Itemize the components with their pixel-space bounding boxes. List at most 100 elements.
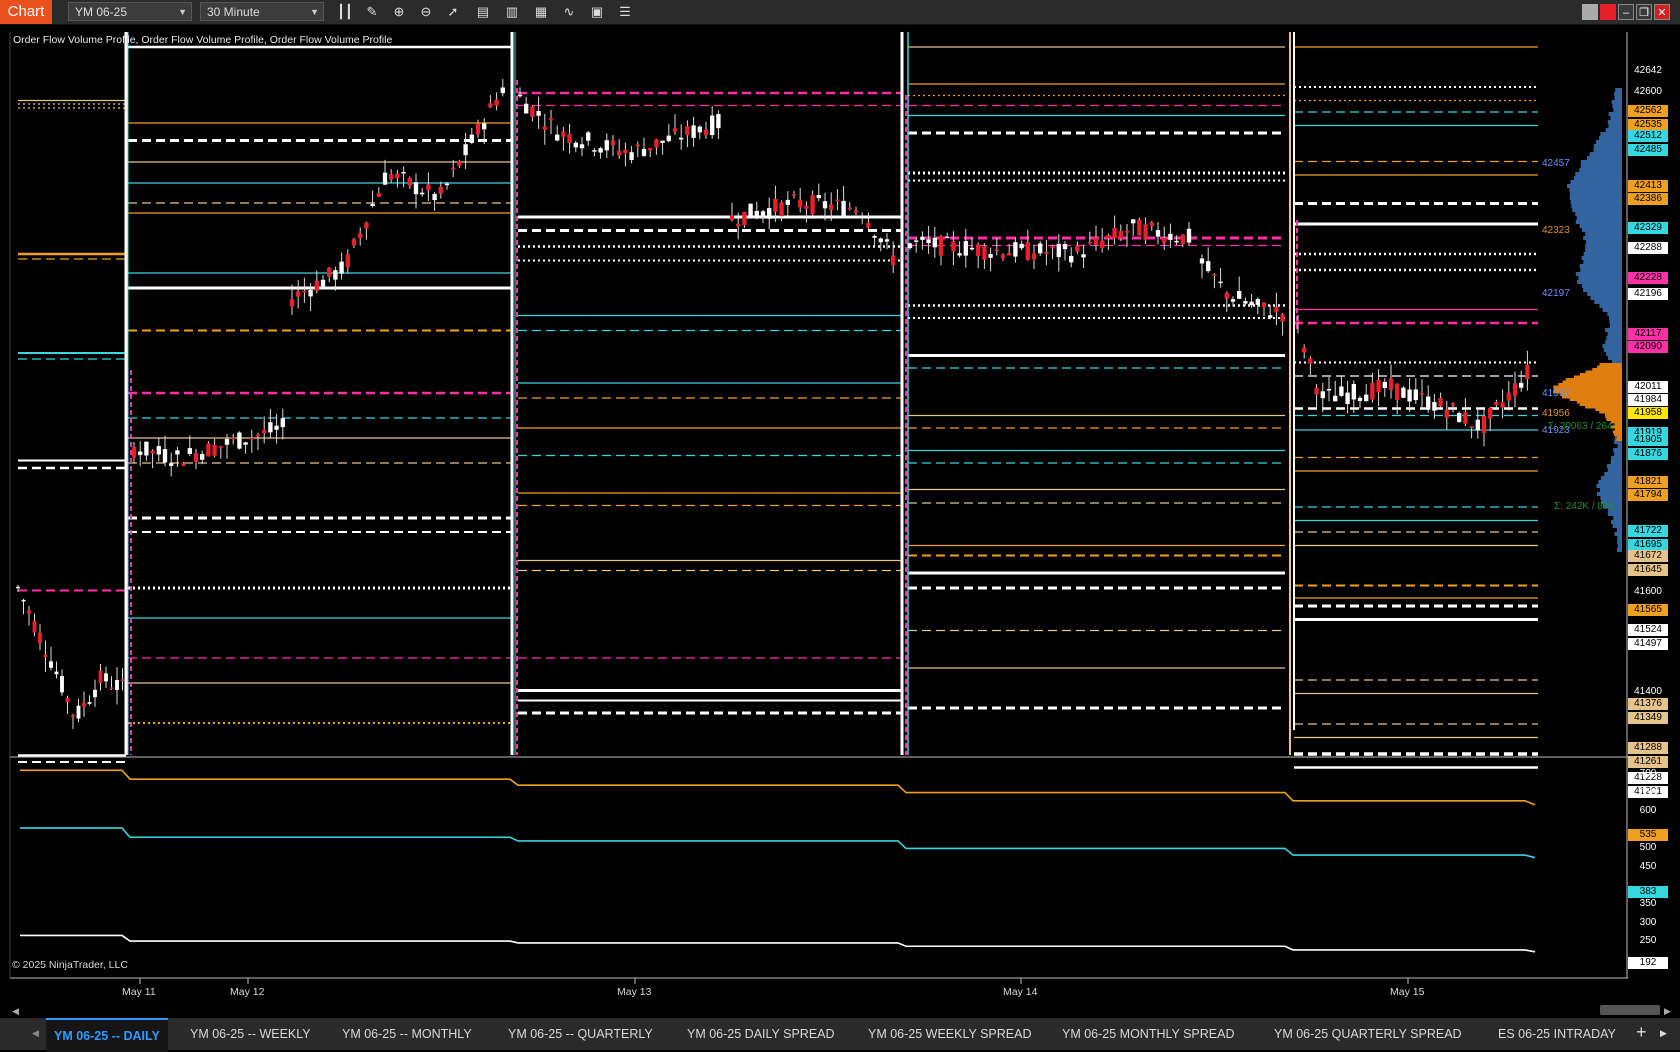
zoom-in-icon[interactable]: ⊕ <box>390 3 408 21</box>
candle-body <box>963 241 968 256</box>
scroll-right-icon[interactable]: ▶ <box>1664 1006 1671 1017</box>
indicators-icon[interactable]: ∿ <box>560 3 578 21</box>
candle-body <box>32 620 37 633</box>
profile-value-label: Σ: 20063 / 264 <box>1548 421 1613 432</box>
candle-body <box>76 705 81 719</box>
candle-body <box>524 103 529 114</box>
templates-icon[interactable]: ▥ <box>503 3 521 21</box>
candle-body <box>181 463 186 466</box>
profile-value-label: 41997 <box>1542 387 1570 399</box>
candle-body <box>382 172 388 185</box>
candle-body <box>1401 387 1406 398</box>
candle-body <box>175 450 180 455</box>
candle-body <box>420 192 425 195</box>
candle-body <box>742 212 747 225</box>
candle-body <box>829 204 834 210</box>
instrument-selector[interactable]: YM 06-25 ▼ <box>68 2 192 21</box>
candle-body <box>224 439 230 445</box>
chart-tab-item[interactable]: ES 06-25 INTRADAY <box>1490 1018 1624 1050</box>
price-axis-label: 42288 <box>1628 242 1668 254</box>
profile-bar <box>1599 304 1622 308</box>
profile-bar <box>1613 448 1622 452</box>
chart-tab-item[interactable]: YM 06-25 -- WEEKLY <box>182 1018 319 1050</box>
draw-icon[interactable]: ✎ <box>363 3 381 21</box>
candle-body <box>604 140 609 151</box>
price-axis-label: 42512 <box>1628 130 1668 142</box>
price-chart[interactable] <box>0 25 1680 1001</box>
lower-axis-label: 192 <box>1628 957 1668 969</box>
bar-style-icon[interactable]: ┃┃ <box>336 3 354 21</box>
chart-tab-item[interactable]: YM 06-25 QUARTERLY SPREAD <box>1266 1018 1470 1050</box>
tabs-scroll-right-icon[interactable]: ▶ <box>1660 1028 1667 1039</box>
interval-selector[interactable]: 30 Minute ▼ <box>200 2 324 21</box>
tabs-scroll-left-icon[interactable]: ◀ <box>32 1028 39 1039</box>
profile-bar <box>1598 480 1622 484</box>
profile-bar <box>1580 160 1622 164</box>
maximize-icon[interactable]: ❐ <box>1636 4 1652 20</box>
candle-body <box>1124 231 1130 233</box>
close-icon[interactable]: ✕ <box>1654 4 1670 20</box>
profile-bar <box>1617 536 1622 540</box>
candle-body <box>561 131 566 137</box>
lower-axis-label: 350 <box>1639 898 1657 910</box>
candle-body <box>1243 301 1248 304</box>
candle-body <box>333 270 338 280</box>
profile-bar <box>1617 544 1622 548</box>
candle-body <box>212 444 217 456</box>
candle-body <box>1186 228 1192 243</box>
chart-tab-item[interactable]: YM 06-25 -- MONTHLY <box>334 1018 480 1050</box>
chart-tab-item[interactable]: YM 06-25 -- DAILY <box>46 1018 168 1052</box>
chart-window-tab[interactable]: Chart <box>0 0 52 24</box>
chart-tab-item[interactable]: YM 06-25 DAILY SPREAD <box>679 1018 843 1050</box>
candle-body <box>104 673 108 682</box>
profile-bar <box>1605 128 1622 132</box>
data-box-icon[interactable]: ▤ <box>474 3 492 21</box>
chart-tab-item[interactable]: YM 06-25 WEEKLY SPREAD <box>860 1018 1040 1050</box>
candle-body <box>982 246 987 260</box>
candle-body <box>249 437 254 440</box>
candle-body <box>358 233 363 239</box>
zoom-out-icon[interactable]: ⊖ <box>417 3 435 21</box>
candle-body <box>1488 407 1493 419</box>
profile-bar <box>1585 240 1622 244</box>
strategies-icon[interactable]: ▣ <box>588 3 606 21</box>
profile-bar <box>1612 524 1622 528</box>
profile-bar <box>1614 532 1622 536</box>
candle-body <box>115 680 119 690</box>
profile-bar <box>1600 132 1622 136</box>
candle-body <box>1268 315 1273 318</box>
candle-body <box>218 446 223 448</box>
candle-body <box>1357 397 1363 401</box>
chart-tab-item[interactable]: YM 06-25 -- QUARTERLY <box>500 1018 661 1050</box>
scroll-left-icon[interactable]: ◀ <box>12 1006 19 1017</box>
candle-body <box>666 135 671 142</box>
candle-body <box>1155 230 1161 237</box>
price-axis-label: 41794 <box>1628 489 1668 501</box>
candle-body <box>926 239 931 244</box>
profile-bar <box>1614 96 1622 100</box>
candle-body <box>1475 419 1480 431</box>
candle-body <box>1345 392 1350 405</box>
profile-bar <box>1606 352 1622 356</box>
scrollbar-thumb[interactable] <box>1600 1005 1660 1015</box>
chart-tab-item[interactable]: YM 06-25 MONTHLY SPREAD <box>1054 1018 1243 1050</box>
candle-body <box>710 115 715 136</box>
profile-bar <box>1574 176 1622 180</box>
profile-bar <box>1615 88 1622 92</box>
properties-icon[interactable]: ▦ <box>532 3 550 21</box>
candle-body <box>691 125 696 138</box>
profile-bar <box>1593 148 1622 152</box>
color-swatch-grey-icon[interactable] <box>1582 4 1598 20</box>
list-icon[interactable]: ☰ <box>616 3 634 21</box>
lower-indicator-panel <box>20 769 1536 953</box>
candle-body <box>938 236 944 256</box>
profile-bar <box>1608 124 1622 128</box>
pointer-icon[interactable]: ➚ <box>444 3 462 21</box>
candle-body <box>1050 246 1055 249</box>
candle-body <box>426 184 431 191</box>
candle-body <box>60 676 64 693</box>
add-tab-icon[interactable]: + <box>1636 1022 1647 1043</box>
minimize-icon[interactable]: – <box>1618 4 1634 20</box>
color-swatch-red-icon[interactable] <box>1600 4 1616 20</box>
candle-body <box>548 118 554 121</box>
